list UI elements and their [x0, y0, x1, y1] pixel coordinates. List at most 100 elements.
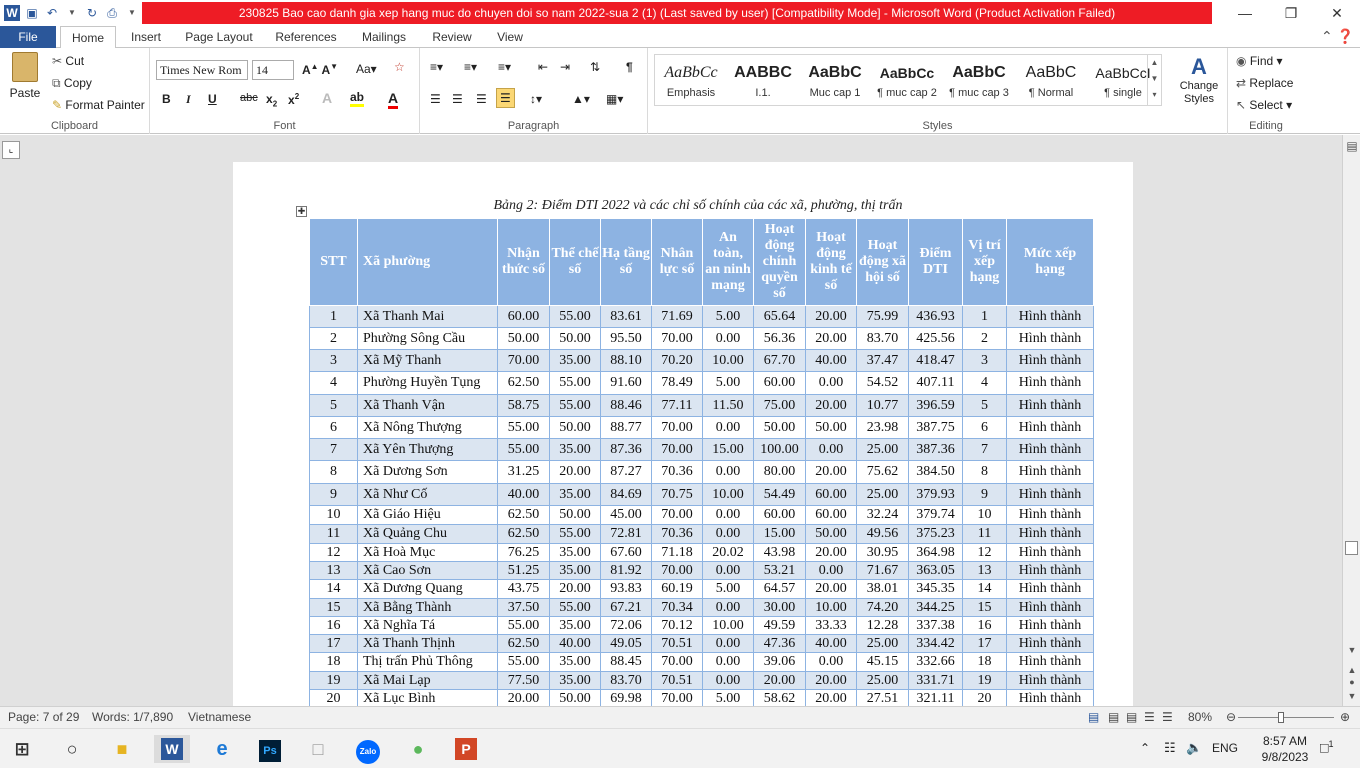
customize-qat-icon[interactable]: ▼	[124, 5, 140, 21]
zoom-out-icon[interactable]: ⊖	[1226, 710, 1236, 724]
tab-review[interactable]: Review	[424, 26, 480, 48]
tab-file[interactable]: File	[0, 26, 56, 48]
line-spacing-icon[interactable]: ↕▾	[530, 92, 542, 106]
borders-icon[interactable]: ▦▾	[606, 92, 623, 106]
copy-button[interactable]: ⧉ Copy	[52, 76, 92, 91]
file-explorer-icon[interactable]: ■	[108, 735, 136, 763]
draft-icon[interactable]: ☰	[1162, 710, 1173, 724]
styles-scroll-icon[interactable]: ▲ ▼ ▾	[1147, 55, 1161, 105]
cut-button[interactable]: ✂ Cut	[52, 54, 84, 68]
web-layout-icon[interactable]: ▤	[1126, 710, 1137, 724]
decrease-indent-icon[interactable]: ⇤	[538, 60, 548, 74]
edge-icon[interactable]: e	[208, 735, 236, 763]
paste-button[interactable]: Paste	[8, 52, 42, 100]
word-logo-icon[interactable]: W	[4, 5, 20, 21]
italic-icon[interactable]: I	[186, 92, 191, 107]
select-button[interactable]: ↖ Select ▾	[1236, 98, 1292, 112]
font-color-icon[interactable]: A	[388, 90, 399, 109]
clock[interactable]: 8:57 AM 9/8/2023	[1254, 733, 1316, 768]
page-count[interactable]: Page: 7 of 29	[8, 710, 79, 724]
align-left-icon[interactable]: ☰	[430, 92, 441, 106]
help-icon[interactable]: ❓	[1337, 28, 1354, 44]
photoshop-taskbar-icon[interactable]: Ps	[256, 735, 284, 763]
tab-page-layout[interactable]: Page Layout	[180, 26, 258, 48]
powerpoint-taskbar-icon[interactable]: P	[452, 735, 480, 763]
show-hidden-icons-icon[interactable]: ⌃	[1140, 741, 1150, 768]
print-preview-icon[interactable]: ⎙	[104, 5, 120, 21]
previous-page-icon[interactable]: ▲	[1343, 665, 1360, 675]
style-normal[interactable]: AaBbC ¶ Normal	[1015, 55, 1087, 105]
scroll-down-icon[interactable]: ▼	[1343, 645, 1360, 655]
zalo-taskbar-icon[interactable]: Zalo	[354, 735, 382, 764]
zoom-slider[interactable]	[1238, 717, 1334, 718]
shading-icon[interactable]: ▲▾	[572, 92, 590, 106]
split-icon[interactable]: ▤	[1343, 139, 1360, 153]
browse-object-icon[interactable]: ●	[1343, 677, 1360, 687]
scroll-thumb[interactable]	[1345, 541, 1358, 555]
style-i1[interactable]: AABBC I.1.	[727, 55, 799, 105]
tab-view[interactable]: View	[490, 26, 530, 48]
bullets-icon[interactable]: ≡▾	[430, 60, 443, 74]
justify-icon[interactable]: ☰	[496, 88, 515, 108]
word-count[interactable]: Words: 1/7,890	[92, 710, 173, 724]
change-styles-button[interactable]: A Change Styles	[1176, 54, 1222, 106]
find-button[interactable]: ◉ Find ▾	[1236, 54, 1283, 68]
word-taskbar-icon[interactable]: W	[154, 735, 190, 763]
increase-indent-icon[interactable]: ⇥	[560, 60, 570, 74]
document-icon[interactable]: □	[304, 735, 332, 763]
sort-icon[interactable]: ⇅	[590, 60, 600, 74]
dropdown-icon[interactable]: ▼	[64, 5, 80, 21]
style-muc-cap-3[interactable]: AaBbC ¶ muc cap 3	[943, 55, 1015, 105]
full-screen-reading-icon[interactable]: ▤	[1108, 710, 1119, 724]
bold-icon[interactable]: B	[162, 92, 171, 106]
numbering-icon[interactable]: ≡▾	[464, 60, 477, 74]
font-name-box[interactable]: Times New Rom	[156, 60, 248, 80]
style-muc-cap-1[interactable]: AaBbC Muc cap 1	[799, 55, 871, 105]
show-marks-icon[interactable]: ¶	[626, 60, 633, 74]
search-icon[interactable]: ○	[58, 735, 86, 763]
style-emphasis[interactable]: AaBbCc Emphasis	[655, 55, 727, 105]
language-indicator[interactable]: Vietnamese	[188, 710, 251, 724]
redo-icon[interactable]: ↻	[84, 5, 100, 21]
ribbon-collapse-icon[interactable]: ⌃	[1321, 28, 1333, 44]
undo-icon[interactable]: ↶	[44, 5, 60, 21]
zoom-level[interactable]: 80%	[1188, 710, 1212, 724]
align-right-icon[interactable]: ☰	[476, 92, 487, 106]
replace-button[interactable]: ⇄ Replace	[1236, 76, 1293, 90]
close-button[interactable]: ✕	[1314, 0, 1360, 26]
document-page[interactable]: Bảng 2: Điểm DTI 2022 và các chỉ số chín…	[233, 162, 1133, 706]
green-app-icon[interactable]: ●	[404, 735, 432, 763]
network-icon[interactable]: ☷	[1164, 740, 1176, 768]
superscript-icon[interactable]: x2	[288, 92, 299, 107]
format-painter-button[interactable]: ✎ Format Painter	[52, 98, 145, 112]
clear-formatting-icon[interactable]: ☆	[394, 60, 405, 74]
subscript-icon[interactable]: x2	[266, 92, 277, 108]
input-language[interactable]: ENG	[1212, 741, 1238, 768]
underline-icon[interactable]: U	[208, 92, 217, 106]
change-case-icon[interactable]: Aa▾	[356, 62, 377, 76]
save-icon[interactable]: ▣	[24, 5, 40, 21]
zoom-slider-thumb[interactable]	[1278, 712, 1284, 723]
windows-start-icon[interactable]: ⊞	[8, 735, 36, 763]
tab-references[interactable]: References	[268, 26, 344, 48]
strikethrough-icon[interactable]: abc	[240, 92, 258, 104]
ruler-toggle-icon[interactable]: ⌞	[2, 141, 20, 159]
text-effects-icon[interactable]: A	[322, 90, 332, 106]
vertical-scrollbar[interactable]: ▤ ▼ ▲ ● ▼	[1342, 135, 1360, 706]
align-center-icon[interactable]: ☰	[452, 92, 463, 106]
grow-font-icon[interactable]: A▲ A▼	[302, 62, 338, 77]
outline-icon[interactable]: ☰	[1144, 710, 1155, 724]
zoom-in-icon[interactable]: ⊕	[1340, 710, 1350, 724]
tab-insert[interactable]: Insert	[122, 26, 170, 48]
volume-icon[interactable]: 🔈	[1186, 740, 1202, 768]
tab-home[interactable]: Home	[60, 26, 116, 49]
maximize-button[interactable]: ❐	[1268, 0, 1314, 26]
print-layout-icon[interactable]: ▤	[1088, 710, 1099, 724]
font-size-box[interactable]: 14	[252, 60, 294, 80]
multilevel-list-icon[interactable]: ≡▾	[498, 60, 511, 74]
style-muc-cap-2[interactable]: AaBbCc ¶ muc cap 2	[871, 55, 943, 105]
highlight-icon[interactable]: ab	[350, 90, 365, 107]
table-move-handle-icon[interactable]: ✚	[296, 206, 307, 217]
next-page-icon[interactable]: ▼	[1343, 691, 1360, 701]
tab-mailings[interactable]: Mailings	[354, 26, 414, 48]
